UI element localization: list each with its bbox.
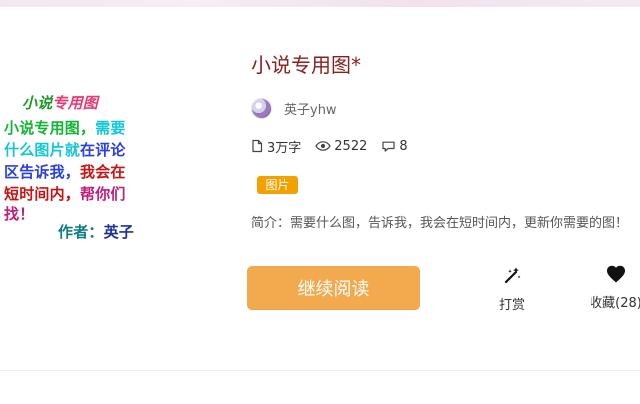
cover-line-2a: 什么图片就 <box>4 141 81 159</box>
cover-line-3b: 我会在 <box>80 163 126 181</box>
cover-line-3: 区告诉我，我会在 <box>4 162 126 183</box>
document-icon <box>251 139 264 153</box>
cover-title-part2: 专用图 <box>52 94 99 112</box>
cover-line-5: 找！ <box>4 205 35 223</box>
book-title[interactable]: 小说专用图* <box>251 49 361 78</box>
cover-line-1a: 小说专用图， <box>4 119 96 137</box>
eye-icon <box>315 140 331 152</box>
word-count-stat: 3万字 <box>251 137 301 156</box>
magic-wand-icon <box>501 264 523 290</box>
author-row[interactable]: 英子yhw <box>251 97 337 119</box>
favorite-label: 收藏(28) <box>591 296 640 311</box>
cover-line-3a: 区告诉我， <box>4 163 81 181</box>
cover-title: 小说专用图 <box>22 93 98 114</box>
comment-icon <box>381 140 396 153</box>
comments-stat: 8 <box>381 138 408 154</box>
cover-line-4a: 短时间内， <box>4 185 81 203</box>
category-tag[interactable]: 图片 <box>257 176 298 194</box>
cover-line-1b: 需要 <box>95 119 126 137</box>
cover-line-4b: 帮你们 <box>80 185 126 203</box>
cover-line-1: 小说专用图，需要 <box>4 118 126 139</box>
comment-count: 8 <box>399 138 408 154</box>
cover-title-part1: 小说 <box>22 94 53 112</box>
word-count: 3万字 <box>267 140 302 156</box>
reward-action[interactable]: 打赏 <box>492 264 532 314</box>
cover-line-4: 短时间内，帮你们 <box>4 184 126 205</box>
view-count: 2522 <box>334 138 368 154</box>
top-strip <box>0 0 640 7</box>
favorite-action[interactable]: 收藏(28) <box>591 264 640 312</box>
cover-author-label: 作者： <box>58 223 104 241</box>
heart-icon <box>605 264 627 288</box>
reward-label: 打赏 <box>498 298 525 313</box>
continue-reading-button[interactable]: 继续阅读 <box>247 266 420 310</box>
cover-line-2b: 在评论 <box>80 141 126 159</box>
cover-author-line: 作者：英子 <box>58 222 134 243</box>
bottom-partial-content <box>614 396 632 404</box>
author-name[interactable]: 英子yhw <box>284 99 337 118</box>
book-cover[interactable]: 小说专用图 小说专用图，需要 什么图片就在评论 区告诉我，我会在 短时间内，帮你… <box>0 92 150 244</box>
section-divider <box>0 370 640 371</box>
cover-author-name: 英子 <box>103 223 135 241</box>
cover-line-2: 什么图片就在评论 <box>4 140 126 161</box>
book-stats: 3万字 2522 8 <box>251 137 422 156</box>
views-stat: 2522 <box>315 139 367 154</box>
book-intro: 简介：需要什么图，告诉我，我会在短时间内，更新你需要的图！ <box>251 216 629 231</box>
author-avatar[interactable] <box>251 97 272 119</box>
